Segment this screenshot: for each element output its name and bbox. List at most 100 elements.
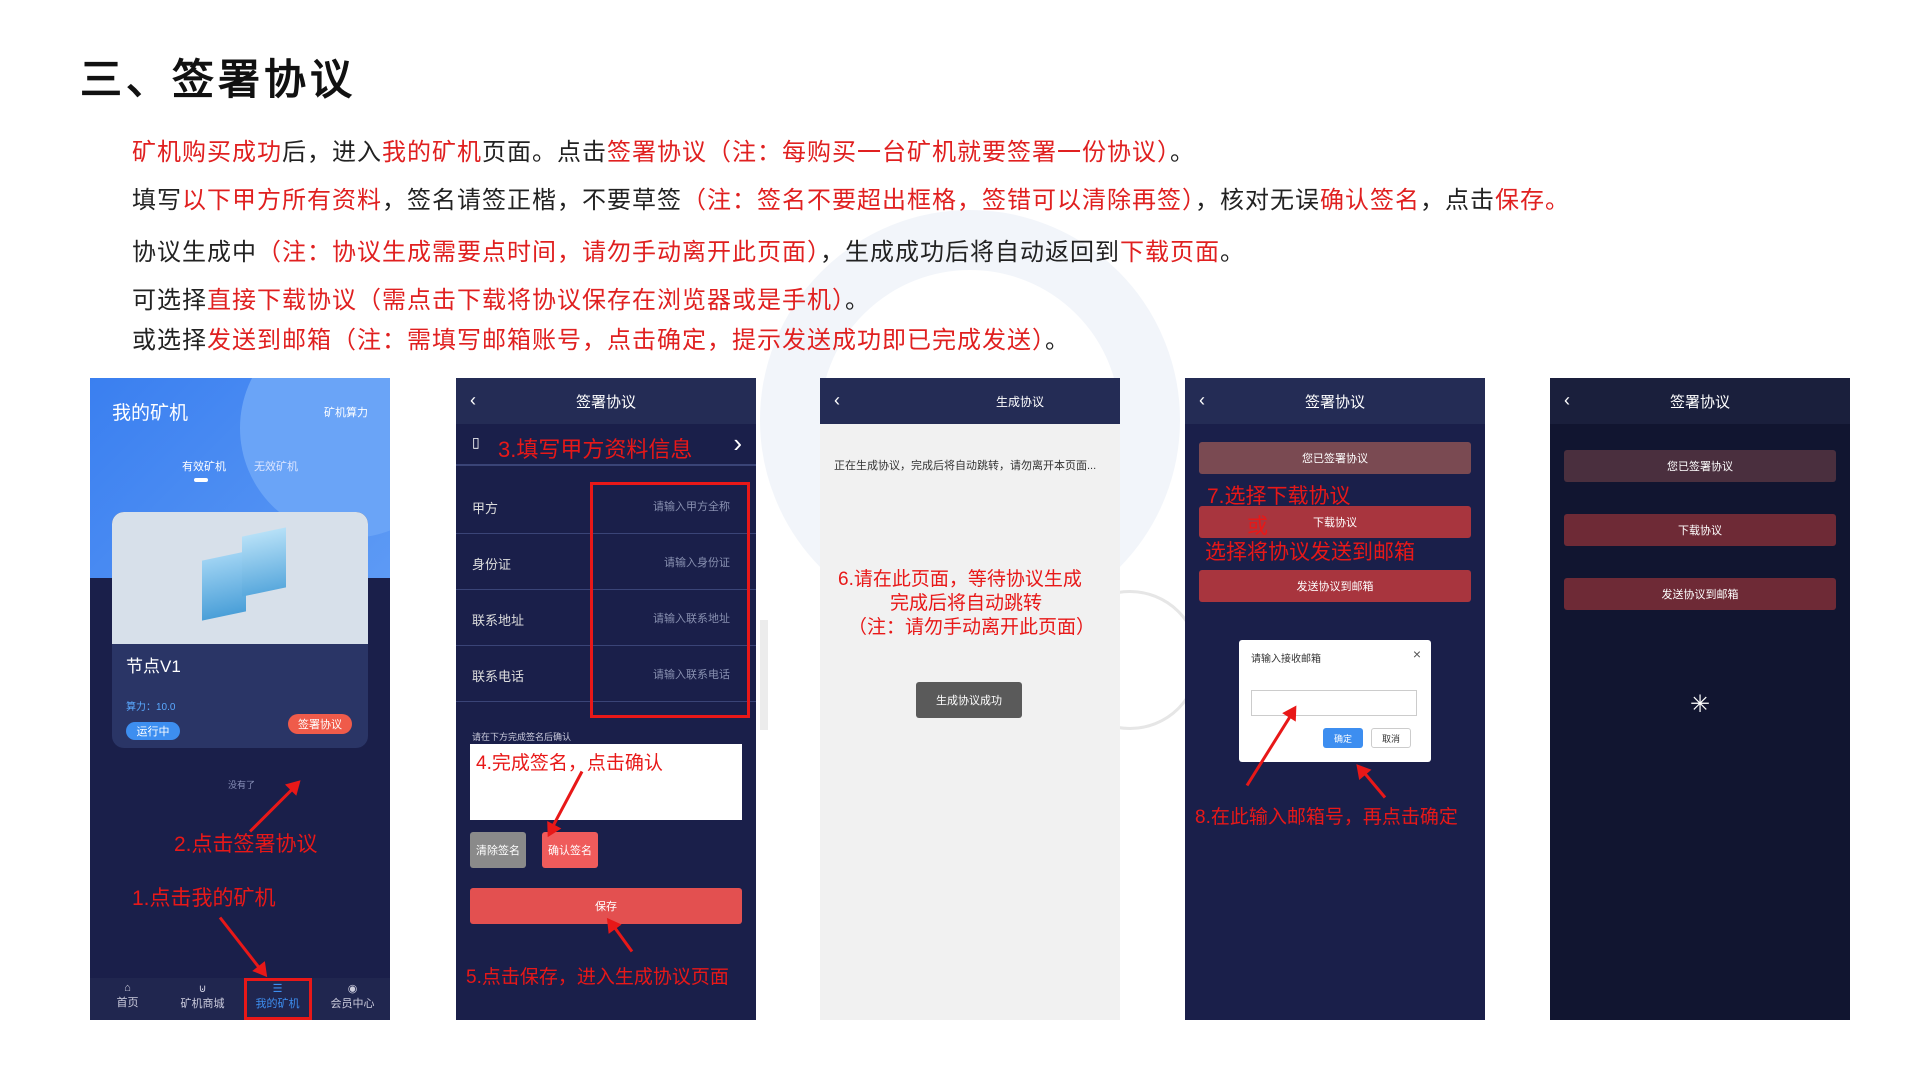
highlight-box <box>244 978 312 1020</box>
annotation-6b: 完成后将自动跳转 <box>890 593 1043 614</box>
page-title: 我的矿机 <box>112 403 189 424</box>
download-agreement-button[interactable]: 下载协议 <box>1199 506 1471 538</box>
phone-sign-form: ‹ 签署协议 ▯ 3.填写甲方资料信息 › 甲方 请输入甲方全称 身份证 请输入身份证联… <box>456 378 756 1020</box>
user-icon: ◉ <box>347 983 358 995</box>
download-agreement-button[interactable]: 下载协议 <box>1564 514 1836 546</box>
annotation-7c: 选择将协议发送到邮箱 <box>1205 541 1415 564</box>
instruction-segment: 确认签名 <box>1320 186 1420 214</box>
instruction-segment: 保存。 <box>1495 186 1570 214</box>
instruction-segment: ，生成成功后将自动返回到 <box>820 238 1120 266</box>
home-icon: ⌂ <box>124 982 131 994</box>
nav-shop[interactable]: ⊍ 矿机商城 <box>165 978 240 1020</box>
chevron-right-icon: › <box>733 428 742 458</box>
instruction-segment: 可选择 <box>132 286 207 314</box>
field-label: 联系地址 <box>472 613 525 628</box>
instruction-segment: 。 <box>1045 326 1070 354</box>
party-info-header[interactable]: ▯ 3.填写甲方资料信息 › <box>456 424 756 466</box>
arrow <box>248 782 300 833</box>
watermark-bar <box>760 620 768 730</box>
send-to-email-button[interactable]: 发送协议到邮箱 <box>1199 570 1471 602</box>
arrow <box>1358 765 1387 799</box>
nav-label: 首页 <box>116 997 139 1009</box>
no-more-text: 没有了 <box>228 780 256 790</box>
annotation-6a: 6.请在此页面，等待协议生成 <box>838 569 1082 590</box>
annotation-6c: （注：请勿手动离开此页面） <box>848 617 1096 638</box>
ok-button[interactable]: 确定 <box>1323 728 1363 748</box>
nav-bar: ‹ 生成协议 <box>820 378 1120 424</box>
loading-spinner-icon: ✳ <box>1690 691 1711 718</box>
highlight-box <box>590 482 750 718</box>
back-icon[interactable]: ‹ <box>1199 390 1205 411</box>
instruction-line: 协议生成中（注：协议生成需要点时间，请勿手动离开此页面），生成成功后将自动返回到… <box>132 232 1245 267</box>
send-to-email-button[interactable]: 发送协议到邮箱 <box>1564 578 1836 610</box>
bottom-nav: ⌂ 首页 ⊍ 矿机商城 ☰ 我的矿机 ◉ 会员中心 <box>90 978 390 1020</box>
generating-message: 正在生成协议，完成后将自动跳转，请勿离开本页面... <box>834 460 1097 472</box>
instruction-segment: 或选择 <box>132 326 207 354</box>
nav-home[interactable]: ⌂ 首页 <box>90 978 165 1020</box>
cart-icon: ⊍ <box>198 983 207 995</box>
field-label: 身份证 <box>472 557 512 572</box>
email-input[interactable] <box>1251 690 1417 716</box>
instruction-line: 矿机购买成功后，进入我的矿机页面。点击签署协议（注：每购买一台矿机就要签署一份协… <box>132 132 1195 167</box>
page-title: 签署协议 <box>575 393 636 411</box>
annotation-8: 8.在此输入邮箱号，再点击确定 <box>1195 807 1458 828</box>
sign-agreement-button[interactable]: 签署协议 <box>288 714 352 734</box>
nav-label: 会员中心 <box>330 998 375 1010</box>
tab-invalid-miners[interactable]: 无效矿机 <box>254 458 298 474</box>
instruction-segment: 后，进入 <box>282 138 382 166</box>
nav-bar: ‹ 签署协议 <box>456 378 756 424</box>
tab-indicator <box>194 478 208 482</box>
phone-download-dialog: ‹ 签署协议 您已签署协议 下载协议 发送协议到邮箱 7.选择下载协议 或 选择将… <box>1185 378 1485 1020</box>
cancel-button[interactable]: 取消 <box>1371 728 1411 748</box>
page-title: 签署协议 <box>1669 393 1730 411</box>
field-label: 联系电话 <box>472 669 525 684</box>
back-icon[interactable]: ‹ <box>834 390 840 411</box>
nav-member[interactable]: ◉ 会员中心 <box>315 978 390 1020</box>
instruction-segment: 直接下载协议（需点击下载将协议保存在浏览器或是手机） <box>207 286 845 314</box>
phone-my-miners: 我的矿机 矿机算力 有效矿机 无效矿机 节点V1 算力：10.0 运行中 签署协… <box>90 378 390 1020</box>
miner-card: 节点V1 算力：10.0 运行中 签署协议 <box>112 512 368 748</box>
instruction-segment: 矿机购买成功 <box>132 138 282 166</box>
signed-status-button: 您已签署协议 <box>1564 450 1836 482</box>
close-icon[interactable]: × <box>1413 646 1421 662</box>
instruction-segment: （注：签名不要超出框格，签错可以清除再签） <box>682 186 1195 214</box>
nav-bar: ‹ 签署协议 <box>1550 378 1850 424</box>
arrow <box>218 916 266 976</box>
arrow <box>608 919 634 953</box>
instruction-segment: 。 <box>1220 238 1245 266</box>
instruction-segment: 。 <box>845 286 870 314</box>
clear-signature-button[interactable]: 清除签名 <box>470 832 526 868</box>
signed-status-button: 您已签署协议 <box>1199 442 1471 474</box>
phone-generating: ‹ 生成协议 正在生成协议，完成后将自动跳转，请勿离开本页面... 6.请在此页面… <box>820 378 1120 1020</box>
annotation-3: 3.填写甲方资料信息 <box>498 437 693 462</box>
email-dialog: 请输入接收邮箱 × 确定 取消 <box>1239 640 1431 762</box>
nav-label: 矿机商城 <box>180 998 225 1010</box>
instruction-segment: 下载页面 <box>1120 238 1220 266</box>
nav-bar: ‹ 签署协议 <box>1185 378 1485 424</box>
instruction-segment: （注：协议生成需要点时间，请勿手动离开此页面） <box>257 238 820 266</box>
miner-name: 节点V1 <box>126 657 181 676</box>
back-icon[interactable]: ‹ <box>470 390 476 411</box>
annotation-1: 1.点击我的矿机 <box>132 887 276 910</box>
instruction-segment: 签署协议（注：每购买一台矿机就要签署一份协议） <box>607 138 1170 166</box>
phone-sending: ‹ 签署协议 您已签署协议 下载协议 发送协议到邮箱 ✳ <box>1550 378 1850 1020</box>
instruction-segment: ，核对无误 <box>1195 186 1320 214</box>
instruction-segment: ，点击 <box>1420 186 1495 214</box>
instruction-segment: 页面。点击 <box>482 138 607 166</box>
miner-power-link[interactable]: 矿机算力 <box>324 404 368 420</box>
tab-active-miners[interactable]: 有效矿机 <box>182 458 226 474</box>
back-icon[interactable]: ‹ <box>1564 390 1570 411</box>
doc-icon: ▯ <box>472 434 480 450</box>
annotation-5: 5.点击保存，进入生成协议页面 <box>466 967 729 988</box>
miner-power: 算力：10.0 <box>126 702 176 713</box>
server-icon <box>242 527 286 597</box>
sign-hint: 请在下方完成签名后确认 <box>472 732 572 742</box>
instruction-line: 填写以下甲方所有资料，签名请签正楷，不要草签（注：签名不要超出框格，签错可以清除… <box>132 180 1570 215</box>
instruction-segment: 我的矿机 <box>382 138 482 166</box>
instruction-segment: 填写 <box>132 186 182 214</box>
instruction-segment: 协议生成中 <box>132 238 257 266</box>
success-toast: 生成协议成功 <box>916 682 1022 718</box>
instruction-segment: 发送到邮箱（注：需填写邮箱账号，点击确定，提示发送成功即已完成发送） <box>207 326 1045 354</box>
instruction-line: 可选择直接下载协议（需点击下载将协议保存在浏览器或是手机）。 <box>132 280 870 315</box>
miner-image <box>112 512 368 644</box>
